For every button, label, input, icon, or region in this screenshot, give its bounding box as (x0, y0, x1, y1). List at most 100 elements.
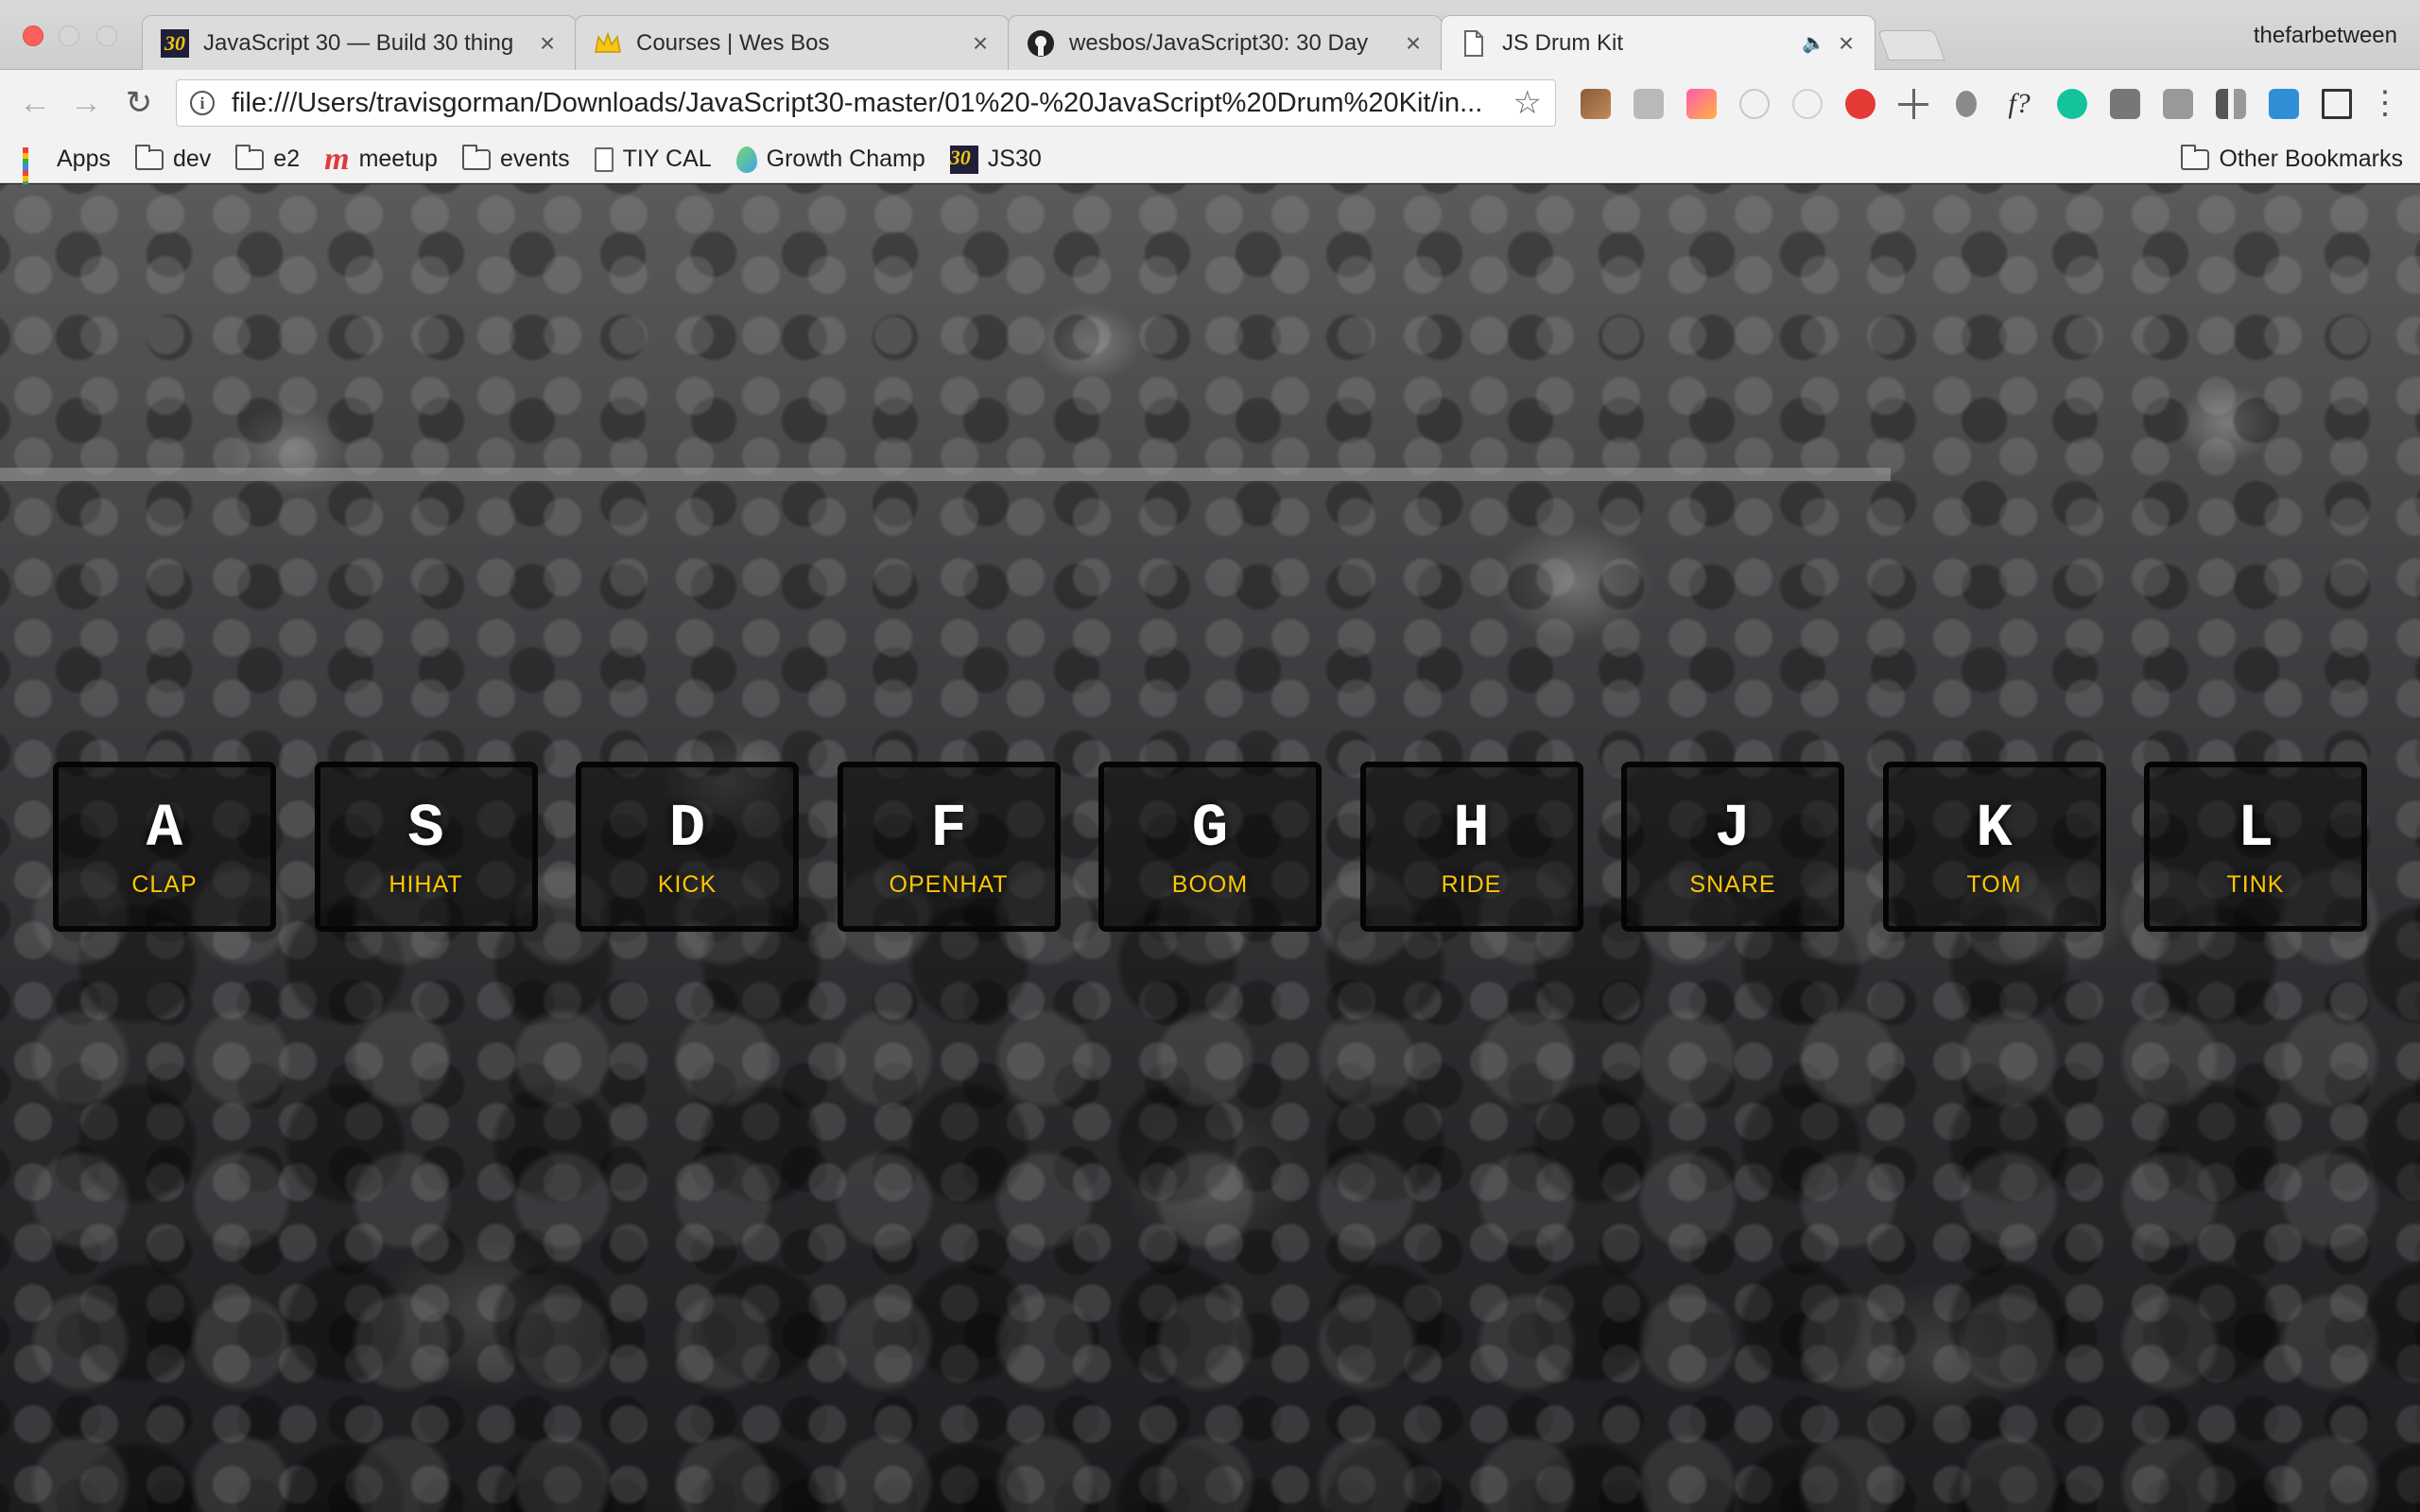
drum-key-s[interactable]: S HIHAT (314, 762, 538, 932)
tab-strip: 30 JavaScript 30 — Build 30 thing × Cour… (0, 0, 2420, 70)
key-letter: G (1191, 795, 1229, 864)
key-letter: D (668, 795, 706, 864)
window-zoom-button[interactable] (96, 26, 117, 46)
folder-icon (461, 144, 491, 170)
drum-key-a[interactable]: A CLAP (53, 762, 276, 932)
close-icon[interactable]: × (536, 29, 559, 56)
image-extension-icon[interactable] (1622, 87, 1675, 121)
sound-label: CLAP (131, 870, 198, 898)
bookmark-label: e2 (273, 146, 301, 172)
key-letter: A (146, 795, 183, 864)
bookmark-label: JS30 (987, 146, 1042, 172)
info-icon[interactable]: i (190, 91, 215, 115)
stadium-railing (0, 468, 1891, 481)
window-close-button[interactable] (23, 26, 43, 46)
folder-icon (2181, 144, 2210, 170)
sound-label: HIHAT (389, 870, 463, 898)
window-minimize-button[interactable] (59, 26, 79, 46)
bookmark-label: meetup (358, 146, 438, 172)
drum-keys: A CLAP S HIHAT D KICK F OPENHAT G BOOM H… (53, 762, 2367, 932)
bookmarks-bar: Apps dev e2 m meetup events TIY CAL Grow… (0, 136, 2420, 198)
move-icon[interactable] (1887, 87, 1940, 121)
bookmark-label: Apps (57, 146, 111, 172)
bookmark-meetup[interactable]: m meetup (324, 141, 438, 177)
apps-grid-icon (23, 146, 47, 198)
sound-label: KICK (657, 870, 717, 898)
bookmark-label: Growth Champ (766, 146, 925, 172)
key-letter: K (1976, 795, 2013, 864)
tab-js-drum-kit[interactable]: JS Drum Kit 🔈 × (1441, 15, 1876, 70)
speaker-icon[interactable]: 🔈 (1802, 31, 1825, 55)
reload-icon[interactable]: ↻ (121, 85, 157, 121)
bookmark-label: TIY CAL (622, 146, 712, 172)
react-icon[interactable] (1781, 87, 1834, 121)
document-icon (594, 146, 614, 172)
bookmark-folder-e2[interactable]: e2 (235, 144, 301, 173)
key-letter: H (1453, 795, 1490, 864)
react-devtools-icon[interactable] (1728, 87, 1781, 121)
key-letter: F (930, 795, 967, 864)
bookmark-folder-events[interactable]: events (461, 144, 570, 173)
tab-courses-wes-bos[interactable]: Courses | Wes Bos × (575, 15, 1010, 70)
more-menu-icon[interactable]: ⋮ (2369, 87, 2401, 119)
zero-icon[interactable] (2152, 87, 2204, 121)
sound-label: BOOM (1171, 870, 1249, 898)
forward-arrow-icon[interactable]: → (68, 85, 104, 121)
gradient-extension-icon[interactable] (1675, 87, 1728, 121)
droplet-icon (735, 146, 757, 173)
drum-key-j[interactable]: J SNARE (1621, 762, 1844, 932)
bookmark-label: Other Bookmarks (2219, 146, 2403, 172)
browser-toolbar: ← → ↻ i file:///Users/travisgorman/Downl… (0, 70, 2420, 136)
back-arrow-icon[interactable]: ← (17, 85, 53, 121)
drum-key-k[interactable]: K TOM (1882, 762, 2106, 932)
crop-plus-icon[interactable] (2310, 87, 2363, 121)
close-icon[interactable]: × (1402, 29, 1425, 56)
bookmark-tiy-cal[interactable]: TIY CAL (594, 146, 712, 173)
address-bar[interactable]: i file:///Users/travisgorman/Downloads/J… (176, 79, 1556, 127)
extension-icons: f? (1569, 87, 2363, 121)
sound-label: SNARE (1689, 870, 1776, 898)
new-tab-button[interactable] (1877, 30, 1945, 60)
bookmark-label: events (499, 146, 570, 172)
notes-icon[interactable] (2099, 87, 2152, 121)
disguise-icon[interactable] (2257, 87, 2310, 121)
tab-title: Courses | Wes Bos (636, 29, 830, 56)
page-icon (1459, 28, 1489, 59)
bookmark-label: dev (172, 146, 212, 172)
layout-icon[interactable] (2204, 87, 2257, 121)
bookmark-apps[interactable]: Apps (23, 146, 111, 198)
grammarly-icon[interactable] (2046, 87, 2099, 121)
bookmark-other-bookmarks[interactable]: Other Bookmarks (2181, 144, 2403, 173)
url-text[interactable]: file:///Users/travisgorman/Downloads/Jav… (232, 88, 1504, 119)
meetup-icon: m (324, 141, 350, 177)
crown-icon (593, 28, 623, 59)
drum-key-d[interactable]: D KICK (576, 762, 799, 932)
bookmark-growth-champ[interactable]: Growth Champ (735, 146, 925, 173)
folder-icon (134, 144, 164, 170)
adblock-icon[interactable] (1834, 87, 1887, 121)
bug-icon[interactable] (1940, 87, 1993, 121)
drum-key-g[interactable]: G BOOM (1098, 762, 1322, 932)
sound-label: OPENHAT (889, 870, 1009, 898)
bookmark-star-icon[interactable]: ☆ (1513, 84, 1542, 122)
tab-title: JS Drum Kit (1502, 29, 1624, 56)
tab-title: wesbos/JavaScript30: 30 Day (1069, 29, 1369, 56)
tab-javascript30[interactable]: 30 JavaScript 30 — Build 30 thing × (142, 15, 577, 70)
tab-github-javascript30[interactable]: wesbos/JavaScript30: 30 Day × (1008, 15, 1443, 70)
github-icon (1026, 28, 1056, 59)
drum-key-h[interactable]: H RIDE (1359, 762, 1583, 932)
instagram-icon[interactable] (1569, 87, 1622, 121)
sound-label: TOM (1966, 870, 2022, 898)
function-icon[interactable]: f? (1993, 87, 2046, 121)
tab-title: JavaScript 30 — Build 30 thing (203, 29, 514, 56)
key-letter: J (1714, 795, 1752, 864)
close-icon[interactable]: × (1835, 29, 1858, 56)
drum-key-f[interactable]: F OPENHAT (837, 762, 1061, 932)
bookmark-folder-dev[interactable]: dev (134, 144, 212, 173)
profile-name[interactable]: thefarbetween (2254, 23, 2397, 49)
close-icon[interactable]: × (969, 29, 992, 56)
bookmark-js30[interactable]: 30 JS30 (949, 145, 1042, 174)
folder-icon (235, 144, 265, 170)
drum-key-l[interactable]: L TINK (2144, 762, 2367, 932)
crowd-background-image-lower (0, 846, 2420, 1512)
